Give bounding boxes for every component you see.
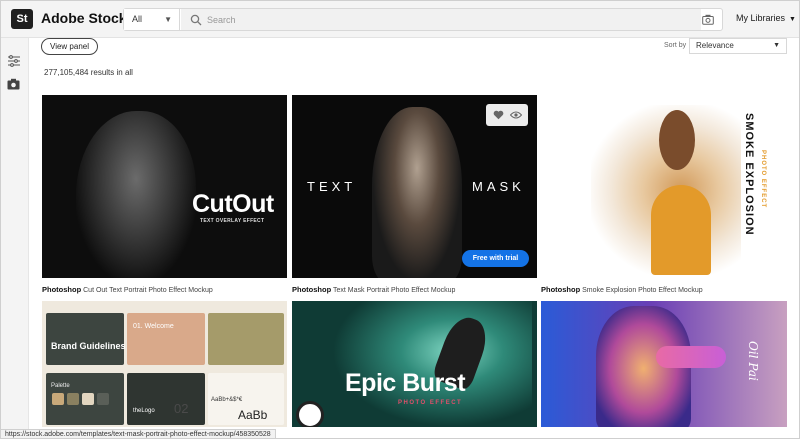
heart-icon[interactable]	[493, 110, 504, 120]
card-art-number: 02	[174, 401, 189, 416]
app-name[interactable]: Adobe Stock	[41, 10, 127, 26]
result-card-smoke-explosion[interactable]: SMOKE EXPLOSION PHOTO EFFECT	[541, 95, 787, 278]
search-bar: All ▼	[123, 8, 723, 31]
card-art-palette: Palette	[51, 383, 70, 389]
card-caption[interactable]: Photoshop Text Mask Portrait Photo Effec…	[292, 285, 455, 294]
chevron-down-icon: ▼	[164, 15, 172, 24]
search-icon	[190, 14, 202, 26]
sort-select-value: Relevance	[696, 41, 734, 50]
adobe-stock-logo[interactable]: St	[11, 9, 33, 29]
model-jacket	[651, 185, 711, 275]
guideline-tile	[127, 373, 205, 425]
chevron-down-icon: ▼	[789, 16, 796, 23]
card-art-script: Oil Pai	[746, 341, 760, 381]
camera-icon[interactable]	[7, 78, 20, 90]
result-card-oil-paint[interactable]: Oil Pai	[541, 301, 787, 427]
left-rail	[1, 38, 29, 438]
card-category: Photoshop	[42, 285, 82, 294]
palette-swatch	[97, 393, 109, 405]
filter-icon[interactable]	[7, 54, 21, 68]
portrait-thumbnail	[372, 107, 462, 278]
card-caption[interactable]: Photoshop Cut Out Text Portrait Photo Ef…	[42, 285, 213, 294]
palette-swatch	[52, 393, 64, 405]
card-caption[interactable]: Photoshop Smoke Explosion Photo Effect M…	[541, 285, 703, 294]
card-art-subtitle: PHOTO EFFECT	[760, 150, 766, 209]
sunglasses	[656, 346, 726, 368]
my-libraries-label: My Libraries	[736, 13, 786, 23]
sort-select[interactable]: Relevance ▼	[689, 38, 787, 54]
free-with-trial-button[interactable]: Free with trial	[462, 250, 529, 267]
result-card-cutout[interactable]: CutOut TEXT OVERLAY EFFECT	[42, 95, 287, 278]
card-art-title: SMOKE EXPLOSION	[743, 113, 755, 236]
card-title: Text Mask Portrait Photo Effect Mockup	[333, 287, 456, 294]
card-art-logo: theLogo	[133, 408, 155, 414]
view-panel-button[interactable]: View panel	[41, 38, 98, 55]
guideline-tile	[208, 313, 284, 365]
sort-by-label: Sort by	[664, 42, 687, 49]
soccer-ball	[296, 401, 324, 427]
card-art-title: Epic Burst	[345, 369, 466, 397]
chevron-down-icon: ▼	[773, 42, 780, 49]
guideline-tile	[127, 313, 205, 365]
search-input[interactable]	[181, 9, 701, 30]
card-art-right: MASK	[472, 179, 525, 194]
burst-background	[332, 301, 532, 427]
card-art-left: TEXT	[307, 179, 357, 194]
card-art-welcome: 01. Welcome	[133, 323, 174, 330]
card-art-subtitle: PHOTO EFFECT	[398, 400, 463, 406]
portrait-thumbnail	[76, 111, 196, 278]
card-hover-actions	[486, 104, 528, 126]
palette-swatch	[67, 393, 79, 405]
card-art-brand: Brand Guidelines	[51, 341, 126, 351]
result-card-brand-guidelines[interactable]: Brand Guidelines 01. Welcome Palette the…	[42, 301, 287, 427]
visual-search-camera-icon[interactable]	[702, 14, 714, 25]
card-art-title: CutOut	[192, 190, 274, 218]
search-filter-dropdown[interactable]: All ▼	[124, 9, 180, 30]
eye-icon[interactable]	[510, 111, 522, 119]
link-status-bar: https://stock.adobe.com/templates/text-m…	[1, 429, 276, 438]
card-art-type-big: AaBb	[238, 408, 268, 422]
card-title: Smoke Explosion Photo Effect Mockup	[582, 287, 703, 294]
card-category: Photoshop	[292, 285, 332, 294]
result-card-epic-burst[interactable]: Epic Burst PHOTO EFFECT	[292, 301, 537, 427]
model-face	[659, 110, 695, 170]
guideline-tile	[46, 313, 124, 365]
top-bar: St Adobe Stock All ▼ My Libraries▼	[1, 1, 799, 38]
palette-swatch	[82, 393, 94, 405]
results-count: 277,105,484 results in all	[44, 68, 133, 77]
search-filter-value: All	[132, 14, 143, 24]
card-category: Photoshop	[541, 285, 581, 294]
browser-page: St Adobe Stock All ▼ My Libraries▼	[0, 0, 800, 439]
result-card-text-mask[interactable]: TEXT MASK Free with trial	[292, 95, 537, 278]
card-art-subtitle: TEXT OVERLAY EFFECT	[200, 218, 265, 224]
card-art-type-small: AaBb+&$*€	[211, 397, 243, 403]
my-libraries-button[interactable]: My Libraries ▼	[736, 13, 796, 23]
card-title: Cut Out Text Portrait Photo Effect Mocku…	[83, 287, 213, 294]
